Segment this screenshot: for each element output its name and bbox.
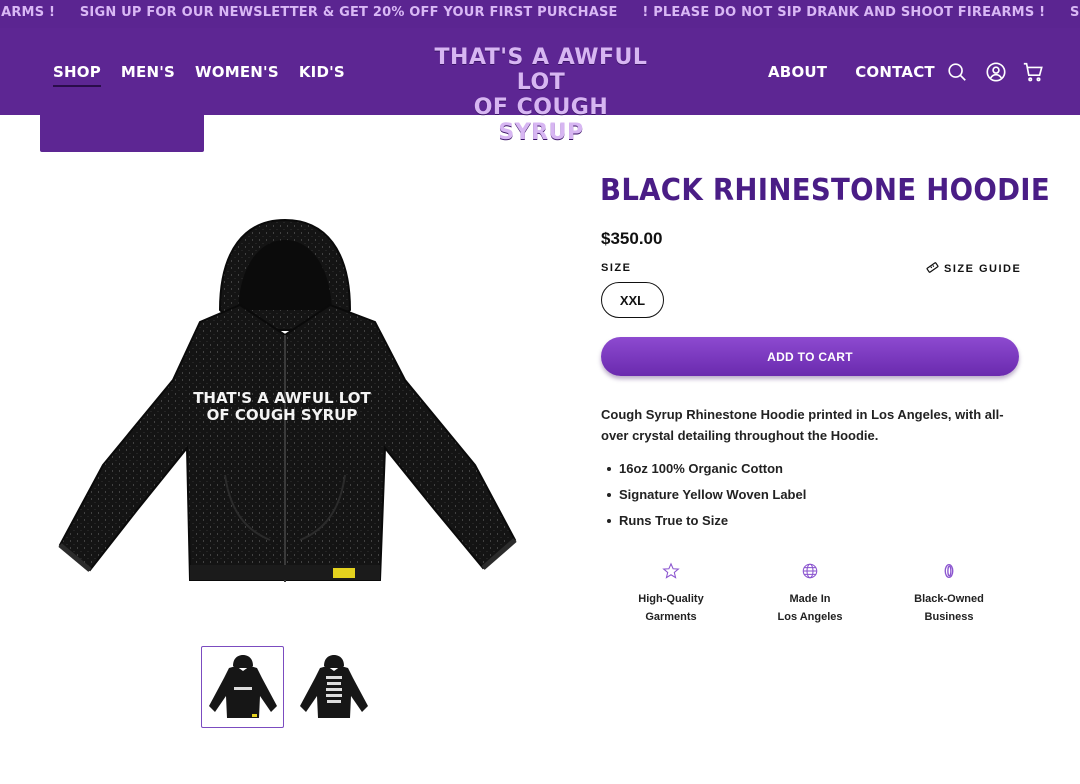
badge-line-2: Garments: [645, 611, 697, 623]
list-item: 16oz 100% Organic Cotton: [607, 459, 806, 485]
size-guide-link[interactable]: SIZE GUIDE: [926, 261, 1021, 277]
cart-icon[interactable]: [1022, 61, 1044, 83]
product-description: Cough Syrup Rhinestone Hoodie printed in…: [601, 407, 1004, 443]
badge-black-owned: Black-Owned Business: [889, 560, 1009, 626]
add-to-cart-button[interactable]: ADD TO CART: [601, 337, 1019, 376]
product-thumbnails: [201, 646, 375, 728]
product-main-image[interactable]: THAT'S A AWFUL LOT OF COUGH SYRUP: [55, 210, 525, 595]
list-item: Signature Yellow Woven Label: [607, 485, 806, 511]
hoodie-print-line-1: THAT'S A AWFUL LOT: [193, 389, 371, 407]
nav-mens[interactable]: MEN'S: [121, 63, 175, 87]
announcement-item: EARMS !: [0, 5, 56, 20]
product-price: $350.00: [601, 229, 663, 248]
nav-womens[interactable]: WOMEN'S: [195, 63, 279, 87]
size-guide-label: SIZE GUIDE: [944, 263, 1022, 275]
logo-line-2: OF COUGH SYRUP: [473, 95, 609, 145]
announcement-track: EARMS ! SIGN UP FOR OUR NEWSLETTER & GET…: [0, 5, 1080, 20]
hoodie-print-line-2: OF COUGH SYRUP: [207, 406, 358, 424]
nav-shop[interactable]: SHOP: [53, 63, 101, 87]
ruler-icon: [926, 261, 939, 277]
nav-kids[interactable]: KID'S: [299, 63, 345, 87]
nav-about[interactable]: ABOUT: [768, 63, 827, 81]
ring-icon: [889, 560, 1009, 582]
announcement-bar: EARMS ! SIGN UP FOR OUR NEWSLETTER & GET…: [0, 0, 1080, 28]
badge-line-1: High-Quality: [638, 593, 704, 605]
product-features-list: 16oz 100% Organic Cotton Signature Yello…: [607, 459, 806, 537]
search-icon[interactable]: [946, 61, 968, 83]
announcement-item: SIGN UP FOR OUR NEW: [1069, 5, 1080, 20]
badge-line-2: Business: [924, 611, 974, 623]
secondary-nav: ABOUT CONTACT: [768, 63, 963, 81]
dropdown-tab: [40, 115, 204, 152]
size-label: SIZE: [601, 262, 632, 274]
badge-line-1: Black-Owned: [914, 593, 984, 605]
badge-line-1: Made In: [789, 593, 831, 605]
announcement-item: SIGN UP FOR OUR NEWSLETTER & GET 20% OFF…: [79, 5, 618, 20]
main-nav: SHOP MEN'S WOMEN'S KID'S: [53, 63, 365, 87]
badge-line-2: Los Angeles: [777, 611, 843, 623]
nav-contact[interactable]: CONTACT: [855, 63, 935, 81]
product-title: BLACK RHINESTONE HOODIE: [600, 173, 1050, 208]
announcement-item: ! PLEASE DO NOT SIP DRANK AND SHOOT FIRE…: [642, 5, 1046, 20]
size-option-xxl[interactable]: XXL: [601, 282, 664, 318]
thumbnail-front[interactable]: [201, 646, 284, 728]
list-item: Runs True to Size: [607, 511, 806, 537]
badge-quality: High-Quality Garments: [611, 560, 731, 626]
globe-icon: [750, 560, 870, 582]
badge-made-in-la: Made In Los Angeles: [750, 560, 870, 626]
site-logo[interactable]: THAT'S A AWFUL LOT OF COUGH SYRUP: [430, 45, 652, 145]
account-icon[interactable]: [985, 61, 1007, 83]
thumbnail-back[interactable]: [292, 646, 375, 728]
logo-line-1: THAT'S A AWFUL LOT: [434, 45, 648, 95]
site-header: SHOP MEN'S WOMEN'S KID'S THAT'S A AWFUL …: [0, 28, 1080, 145]
star-icon: [611, 560, 731, 582]
